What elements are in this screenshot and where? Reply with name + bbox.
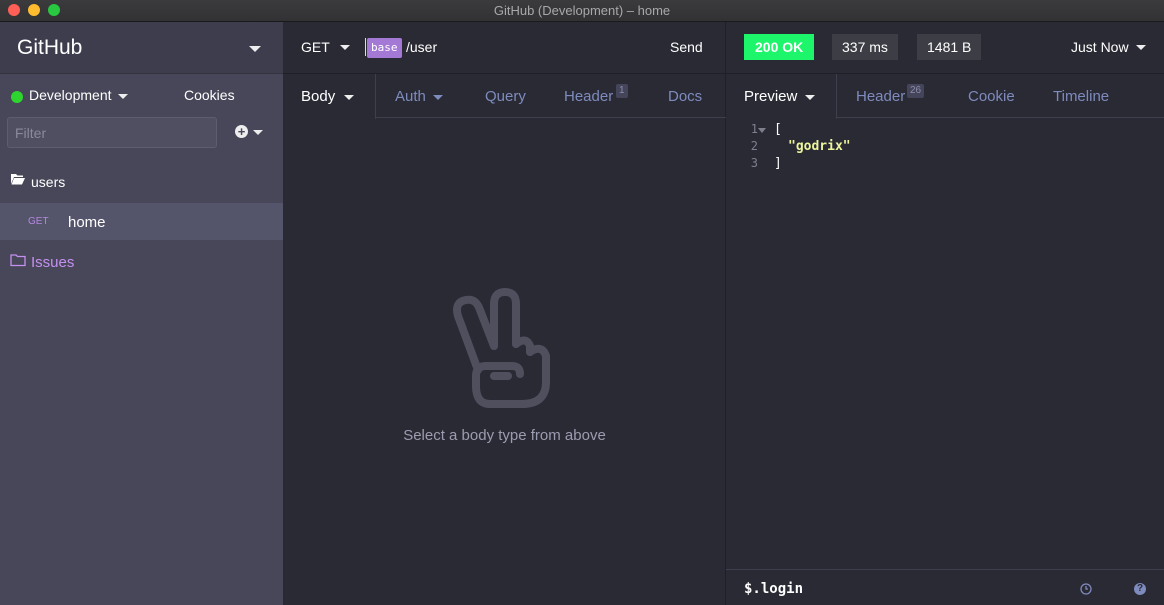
line-number: 2 (750, 139, 758, 153)
response-status-bar: 200 OK 337 ms 1481 B Just Now (726, 22, 1164, 74)
peace-hand-icon (453, 288, 550, 408)
response-filter-input[interactable]: $.login (744, 581, 803, 597)
header-count-badge: 1 (616, 84, 628, 98)
response-header-count-badge: 26 (907, 84, 925, 98)
cookies-button[interactable]: Cookies (184, 87, 235, 103)
send-button[interactable]: Send (670, 39, 703, 55)
chevron-down-icon[interactable] (249, 46, 261, 52)
workspace-header[interactable]: GitHub (0, 22, 283, 74)
tab-auth[interactable]: Auth (395, 88, 426, 105)
tab-preview[interactable]: Preview (726, 74, 837, 119)
folder-icon (10, 254, 26, 267)
status-code-badge: 200 OK (744, 34, 815, 60)
line-number: 1 (750, 122, 758, 136)
tab-body[interactable]: Body (283, 74, 376, 119)
window-titlebar: GitHub (Development) – home (0, 0, 1164, 22)
sidebar: GitHub Development Cookies + users GET h… (0, 22, 283, 605)
method-selector[interactable]: GET (301, 39, 330, 55)
workspace-name[interactable]: GitHub (17, 36, 82, 60)
chevron-down-icon[interactable] (433, 95, 443, 100)
response-size-badge: 1481 B (917, 34, 982, 60)
plus-circle-icon: + (235, 125, 248, 138)
response-filter-bar: $.login ? (726, 569, 1164, 605)
request-tabs: Body Auth Query Header 1 Docs (283, 74, 726, 119)
response-history-selector[interactable]: Just Now (1071, 39, 1129, 55)
chevron-down-icon (805, 95, 815, 100)
chevron-down-icon[interactable] (1136, 45, 1146, 50)
folder-open-icon (11, 174, 25, 185)
request-item-home[interactable]: GET home (0, 203, 283, 240)
code-line: 2 "godrix" (726, 139, 1164, 156)
url-input[interactable]: /user (406, 39, 437, 55)
tab-body-label: Body (301, 88, 336, 105)
response-time-badge: 337 ms (832, 34, 898, 60)
text-cursor (365, 38, 366, 56)
code-text: ] (774, 156, 782, 171)
empty-body-message: Select a body type from above (403, 427, 606, 444)
tab-response-header[interactable]: Header (856, 88, 905, 105)
folder-users[interactable]: users (31, 174, 65, 190)
environment-status-dot (11, 91, 23, 103)
tab-header[interactable]: Header (564, 88, 613, 105)
add-item-button[interactable]: + (235, 125, 263, 141)
folder-issues[interactable]: Issues (31, 254, 74, 271)
response-tabs: Preview Header 26 Cookie Timeline (726, 74, 1164, 119)
help-icon[interactable]: ? (1134, 583, 1146, 595)
response-body-viewer[interactable]: 1 [ 2 "godrix" 3 ] (726, 122, 1164, 173)
fold-caret-icon[interactable] (758, 128, 766, 133)
tab-cookie[interactable]: Cookie (968, 88, 1015, 105)
environment-selector[interactable]: Development (29, 87, 112, 103)
code-line: 3 ] (726, 156, 1164, 173)
request-method-badge: GET (28, 216, 49, 227)
url-bar: GET base /user Send (283, 22, 726, 74)
environment-variable-tag[interactable]: base (367, 38, 402, 58)
chevron-down-icon[interactable] (340, 45, 350, 50)
chevron-down-icon[interactable] (118, 94, 128, 99)
tab-timeline[interactable]: Timeline (1053, 88, 1109, 105)
tab-preview-label: Preview (744, 88, 798, 105)
line-number: 3 (750, 156, 758, 170)
tab-docs[interactable]: Docs (668, 88, 702, 105)
history-icon[interactable] (1080, 583, 1092, 595)
window-title: GitHub (Development) – home (493, 3, 671, 18)
request-name: home (68, 214, 106, 231)
code-string: "godrix" (788, 139, 851, 154)
request-pane: GET base /user Send Body Auth Query Head… (283, 22, 726, 605)
chevron-down-icon (344, 95, 354, 100)
response-pane: 200 OK 337 ms 1481 B Just Now Preview He… (726, 22, 1164, 605)
filter-input[interactable] (7, 117, 217, 148)
chevron-down-icon (253, 130, 263, 135)
code-text: [ (774, 122, 782, 137)
tab-query[interactable]: Query (485, 88, 526, 105)
code-line: 1 [ (726, 122, 1164, 139)
